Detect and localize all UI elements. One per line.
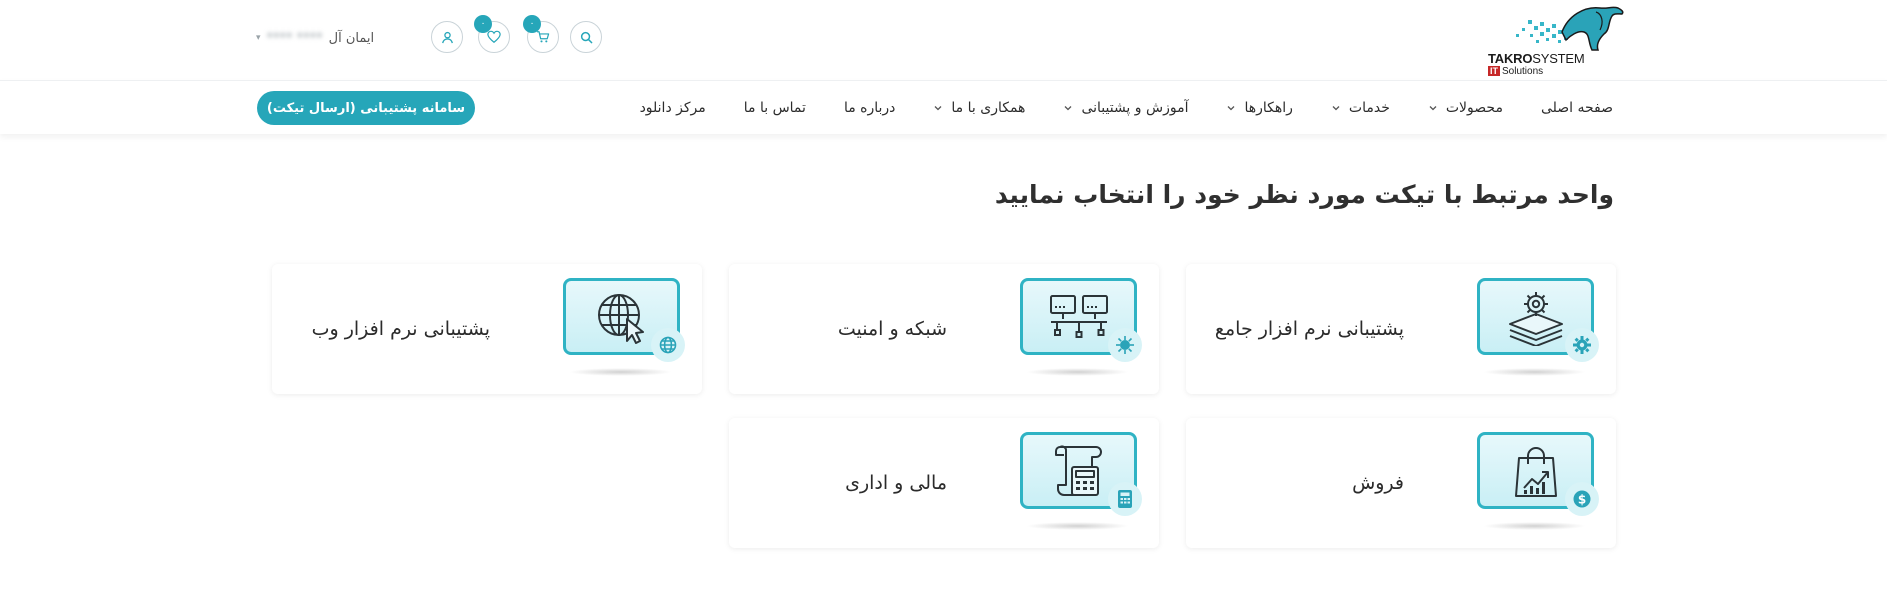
chevron-down-icon bbox=[1228, 106, 1235, 111]
gear-icon bbox=[1565, 328, 1599, 362]
card-software-support[interactable]: پشتیبانی نرم افزار جامع bbox=[1186, 264, 1616, 394]
chevron-down-icon: ▾ bbox=[256, 33, 261, 43]
card-finance-admin[interactable]: مالی و اداری bbox=[729, 418, 1159, 548]
card-icon-tile bbox=[1020, 432, 1142, 516]
wishlist-count-badge: ۰ bbox=[474, 15, 492, 33]
nav-item-solutions[interactable]: راهکارها bbox=[1226, 100, 1293, 116]
nav-item-label: تماس با ما bbox=[743, 100, 806, 116]
chevron-down-icon bbox=[1429, 106, 1437, 111]
logo-brand: TAKROSYSTEM bbox=[1488, 51, 1585, 66]
card-web-software-support[interactable]: پشتیبانی نرم افزار وب bbox=[272, 264, 702, 394]
card-icon-tile bbox=[1020, 278, 1142, 362]
user-name: **** **** bbox=[266, 30, 323, 46]
nav-item-downloads[interactable]: مرکز دانلود bbox=[640, 100, 706, 116]
card-label: پشتیبانی نرم افزار جامع bbox=[1214, 318, 1404, 340]
account-button[interactable] bbox=[431, 21, 463, 53]
nav-item-label: صفحه اصلی bbox=[1540, 100, 1613, 116]
cart-count-badge: ۰ bbox=[523, 15, 541, 33]
card-icon-tile bbox=[563, 278, 685, 362]
nav-item-home[interactable]: صفحه اصلی bbox=[1541, 100, 1613, 116]
card-icon-tile bbox=[1477, 278, 1599, 362]
nav-item-label: آموزش و پشتیبانی bbox=[1081, 100, 1189, 116]
nav-item-label: راهکارها bbox=[1244, 100, 1293, 116]
nav-item-partnership[interactable]: همکاری با ما bbox=[933, 100, 1025, 116]
network-computers-icon bbox=[1049, 294, 1108, 338]
search-button[interactable] bbox=[570, 21, 602, 53]
card-label: شبکه و امنیت bbox=[837, 318, 947, 340]
nav-item-label: محصولات bbox=[1445, 100, 1503, 116]
main-nav: صفحه اصلی محصولات خدمات راهکارها آموزش و پشت… bbox=[640, 81, 1613, 135]
cart-button[interactable]: ۰ bbox=[523, 15, 559, 53]
top-bar: TAKROSYSTEM IT Solutions ۰ ۰ ایمان آل ***… bbox=[0, 0, 1887, 80]
dollar-icon: $ bbox=[1565, 482, 1599, 516]
chevron-down-icon bbox=[1064, 106, 1072, 111]
nav-item-products[interactable]: محصولات bbox=[1428, 100, 1503, 116]
chevron-down-icon bbox=[934, 106, 942, 111]
nav-item-about[interactable]: درباره ما bbox=[844, 100, 895, 116]
chevron-down-icon bbox=[1332, 106, 1340, 111]
invoice-calculator-icon bbox=[1054, 444, 1102, 496]
cart-icon bbox=[536, 31, 550, 43]
support-ticket-button[interactable]: سامانه پشتیبانی (ارسال تیکت) bbox=[257, 91, 475, 125]
virus-icon bbox=[1108, 328, 1142, 362]
card-icon-tile: $ bbox=[1477, 432, 1599, 516]
svg-text:$: $ bbox=[1578, 493, 1586, 507]
heart-icon bbox=[487, 30, 501, 44]
site-logo[interactable]: TAKROSYSTEM IT Solutions bbox=[1484, 2, 1630, 78]
nav-item-label: خدمات bbox=[1348, 100, 1390, 116]
nav-item-training-support[interactable]: آموزش و پشتیبانی bbox=[1063, 100, 1188, 116]
page-heading: واحد مرتبط با تیکت مورد نظر خود را انتخا… bbox=[994, 180, 1614, 209]
globe-icon bbox=[651, 328, 685, 362]
nav-item-services[interactable]: خدمات bbox=[1331, 100, 1390, 116]
main-navbar: صفحه اصلی محصولات خدمات راهکارها آموزش و پشت… bbox=[0, 80, 1887, 134]
layers-gear-icon bbox=[1508, 291, 1563, 346]
card-label: فروش bbox=[1352, 472, 1404, 494]
logo-horse-icon bbox=[1516, 6, 1624, 51]
card-label: پشتیبانی نرم افزار وب bbox=[311, 318, 490, 340]
user-greeting: ایمان آل bbox=[328, 30, 375, 46]
globe-cursor-icon bbox=[597, 293, 644, 344]
card-label: مالی و اداری bbox=[845, 472, 947, 494]
nav-item-label: مرکز دانلود bbox=[639, 100, 706, 116]
calculator-icon bbox=[1108, 482, 1142, 516]
nav-item-contact[interactable]: تماس با ما bbox=[744, 100, 806, 116]
logo-tagline: IT Solutions bbox=[1488, 66, 1544, 77]
nav-item-label: همکاری با ما bbox=[951, 100, 1026, 116]
card-sales[interactable]: $ فروش bbox=[1186, 418, 1616, 548]
card-network-security[interactable]: شبکه و امنیت bbox=[729, 264, 1159, 394]
search-icon bbox=[580, 31, 592, 43]
nav-item-label: درباره ما bbox=[843, 100, 896, 116]
user-menu[interactable]: ایمان آل **** **** ▾ bbox=[256, 28, 416, 48]
wishlist-button[interactable]: ۰ bbox=[474, 15, 510, 53]
user-icon bbox=[441, 31, 453, 43]
shopping-bag-chart-icon bbox=[1514, 446, 1557, 497]
